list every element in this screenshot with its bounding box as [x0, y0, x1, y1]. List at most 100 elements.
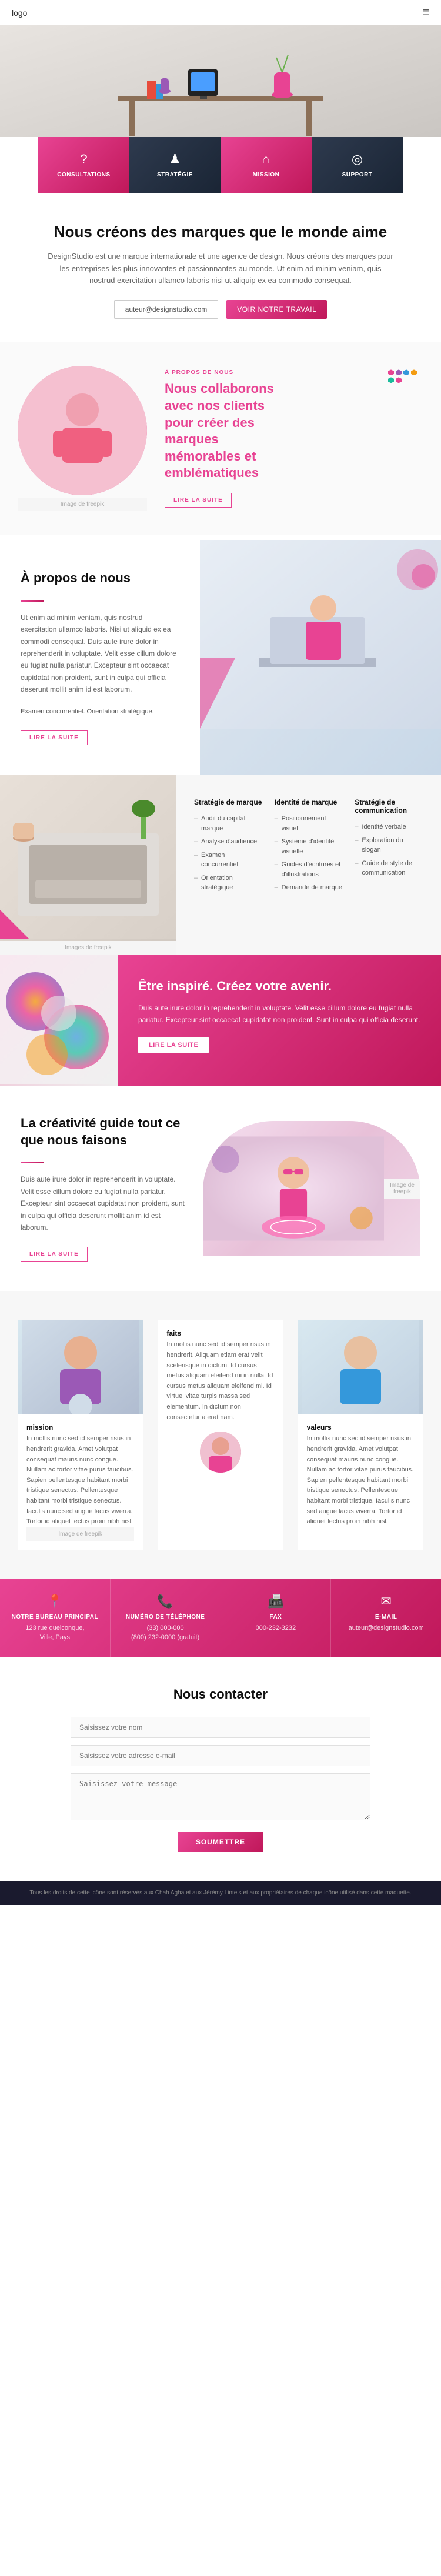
- headline-buttons: auteur@designstudio.com VOIR NOTRE TRAVA…: [47, 300, 394, 319]
- contact-info-fax: 📠 FAX 000-232-3232: [221, 1579, 332, 1657]
- contact-form-title: Nous contacter: [71, 1687, 370, 1702]
- about-us-p1: Ut enim ad minim veniam, quis nostrud ex…: [21, 612, 179, 696]
- inspire-title: Être inspiré. Créez votre avenir.: [138, 978, 420, 995]
- strategy-image: Images de freepik: [0, 775, 176, 955]
- about-collab-svg: [18, 366, 147, 495]
- team-card-0: mission In mollis nunc sed id semper ris…: [18, 1320, 143, 1549]
- creativity-left: La créativité guide tout ce que nous fai…: [21, 1115, 185, 1262]
- form-field-name: [71, 1717, 370, 1738]
- about-tag: À PROPOS DE NOUS: [165, 369, 423, 376]
- nav-logo: logo: [12, 8, 27, 18]
- message-textarea[interactable]: [71, 1773, 370, 1820]
- contact-info-phone: 📞 NUMÉRO DE TÉLÉPHONE (33) 000-000 (800)…: [111, 1579, 221, 1657]
- support-icon: ◎: [352, 152, 363, 167]
- email-value: auteur@designstudio.com: [340, 1623, 432, 1633]
- about-collab-btn[interactable]: LIRE LA SUITE: [165, 493, 232, 508]
- team-card-2: valeurs In mollis nunc sed id semper ris…: [298, 1320, 423, 1549]
- hamburger-icon[interactable]: ≡: [422, 6, 429, 19]
- service-cards-row: ? CONSULTATIONS ♟ STRATÉGIE ⌂ MISSION ◎ …: [0, 137, 441, 193]
- team-member-name-0: mission: [26, 1423, 134, 1432]
- hero-svg: [0, 25, 441, 155]
- list-item: Identité verbale: [355, 820, 423, 834]
- service-card-support[interactable]: ◎ SUPPORT: [312, 137, 403, 193]
- about-collab-title: Nous collaborons avec nos clients pour c…: [165, 381, 423, 482]
- creativity-btn[interactable]: LIRE LA SUITE: [21, 1247, 88, 1262]
- address-title: NOTRE BUREAU PRINCIPAL: [9, 1614, 101, 1620]
- list-item: Demande de marque: [275, 881, 343, 895]
- team-card-body-1: faits In mollis nunc sed id semper risus…: [158, 1320, 283, 1487]
- headline-title: Nous créons des marques que le monde aim…: [47, 222, 394, 242]
- strategy-col-0: Stratégie de marque Audit du capital mar…: [194, 798, 263, 895]
- team-card-body-2: valeurs In mollis nunc sed id semper ris…: [298, 1414, 423, 1536]
- list-item: Analyse d'audience: [194, 835, 263, 849]
- strategy-col-0-title: Stratégie de marque: [194, 798, 263, 806]
- service-card-mission[interactable]: ⌂ MISSION: [220, 137, 312, 193]
- mission-icon: ⌂: [262, 152, 270, 167]
- list-item: Positionnement visuel: [275, 812, 343, 835]
- form-field-email: [71, 1745, 370, 1766]
- about-collab-left: Image de freepik: [18, 366, 147, 511]
- creativity-title: La créativité guide tout ce que nous fai…: [21, 1115, 185, 1149]
- team-img-label-0: Image de freepik: [26, 1527, 134, 1541]
- team-mid-img-container: [166, 1432, 274, 1473]
- strategy-col-0-list: Audit du capital marque Analyse d'audien…: [194, 812, 263, 895]
- consultations-label: CONSULTATIONS: [57, 172, 110, 178]
- creativity-description: Duis aute irure dolor in reprehenderit i…: [21, 1173, 185, 1233]
- strategy-right: Stratégie de marque Audit du capital mar…: [176, 775, 441, 955]
- creativity-img-label: Image de freepik: [384, 1179, 420, 1199]
- team-member-desc-0: In mollis nunc sed id semper risus in he…: [26, 1434, 134, 1527]
- team-grid: mission In mollis nunc sed id semper ris…: [18, 1320, 423, 1549]
- name-input[interactable]: [71, 1717, 370, 1738]
- about-us-title: À propos de nous: [21, 570, 179, 587]
- voir-travail-button[interactable]: VOIR NOTRE TRAVAIL: [226, 300, 327, 319]
- footer: Tous les droits de cette icône sont rése…: [0, 1881, 441, 1905]
- team-card-body-0: mission In mollis nunc sed id semper ris…: [18, 1414, 143, 1549]
- contact-info-address: 📍 NOTRE BUREAU PRINCIPAL 123 rue quelcon…: [0, 1579, 111, 1657]
- strategie-label: STRATÉGIE: [157, 172, 193, 178]
- team-member-desc-2: In mollis nunc sed id semper risus in he…: [307, 1434, 415, 1527]
- strategy-col-2: Stratégie de communication Identité verb…: [355, 798, 423, 895]
- contact-info-email: ✉ E-MAIL auteur@designstudio.com: [331, 1579, 441, 1657]
- team-mid-image: [200, 1432, 241, 1473]
- email-title: E-MAIL: [340, 1614, 432, 1620]
- inspire-btn[interactable]: LIRE LA SUITE: [138, 1037, 209, 1053]
- support-label: SUPPORT: [342, 172, 373, 178]
- strategy-section: Images de freepik Stratégie de marque Au…: [0, 775, 441, 955]
- service-card-consultations[interactable]: ? CONSULTATIONS: [38, 137, 129, 193]
- inspire-svg: [0, 955, 118, 1084]
- list-item: Exploration du slogan: [355, 834, 423, 857]
- team-card-img-2: [298, 1320, 423, 1414]
- about-us-section: À propos de nous Ut enim ad minim veniam…: [0, 540, 441, 775]
- team-member-name-1: faits: [166, 1329, 274, 1337]
- about-us-separator: [21, 600, 44, 602]
- creativity-section: La créativité guide tout ce que nous fai…: [0, 1086, 441, 1291]
- consultations-icon: ?: [80, 152, 87, 167]
- about-collab-img-label: Image de freepik: [18, 498, 147, 511]
- headline-section: Nous créons des marques que le monde aim…: [0, 193, 441, 336]
- about-collab-image: [18, 366, 147, 495]
- list-item: Audit du capital marque: [194, 812, 263, 835]
- contact-form-section: Nous contacter SOUMETTRE: [0, 1657, 441, 1881]
- strategy-cols: Stratégie de marque Audit du capital mar…: [194, 798, 423, 895]
- service-card-strategie[interactable]: ♟ STRATÉGIE: [129, 137, 220, 193]
- list-item: Guide de style de communication: [355, 857, 423, 880]
- list-item: Orientation stratégique: [194, 872, 263, 895]
- team-card-img-0: [18, 1320, 143, 1414]
- about-us-btn[interactable]: LIRE LA SUITE: [21, 730, 88, 745]
- contact-info-bar: 📍 NOTRE BUREAU PRINCIPAL 123 rue quelcon…: [0, 1579, 441, 1657]
- team-section: mission In mollis nunc sed id semper ris…: [0, 1291, 441, 1579]
- deco-hexagons: [388, 369, 423, 383]
- list-item: Guides d'écritures et d'illustrations: [275, 858, 343, 881]
- fax-value: 000-232-3232: [230, 1623, 322, 1633]
- about-us-p2: Examen concurrentiel. Orientation straté…: [21, 706, 179, 718]
- strategy-col-2-title: Stratégie de communication: [355, 798, 423, 815]
- list-item: Examen concurrentiel: [194, 849, 263, 872]
- strategy-col-1: Identité de marque Positionnement visuel…: [275, 798, 343, 895]
- strategie-icon: ♟: [169, 152, 181, 167]
- email-input[interactable]: [71, 1745, 370, 1766]
- submit-button[interactable]: SOUMETTRE: [178, 1832, 263, 1852]
- phone-title: NUMÉRO DE TÉLÉPHONE: [119, 1614, 212, 1620]
- strategy-img-label: Images de freepik: [0, 941, 176, 955]
- email-button[interactable]: auteur@designstudio.com: [114, 300, 219, 319]
- fax-title: FAX: [230, 1614, 322, 1620]
